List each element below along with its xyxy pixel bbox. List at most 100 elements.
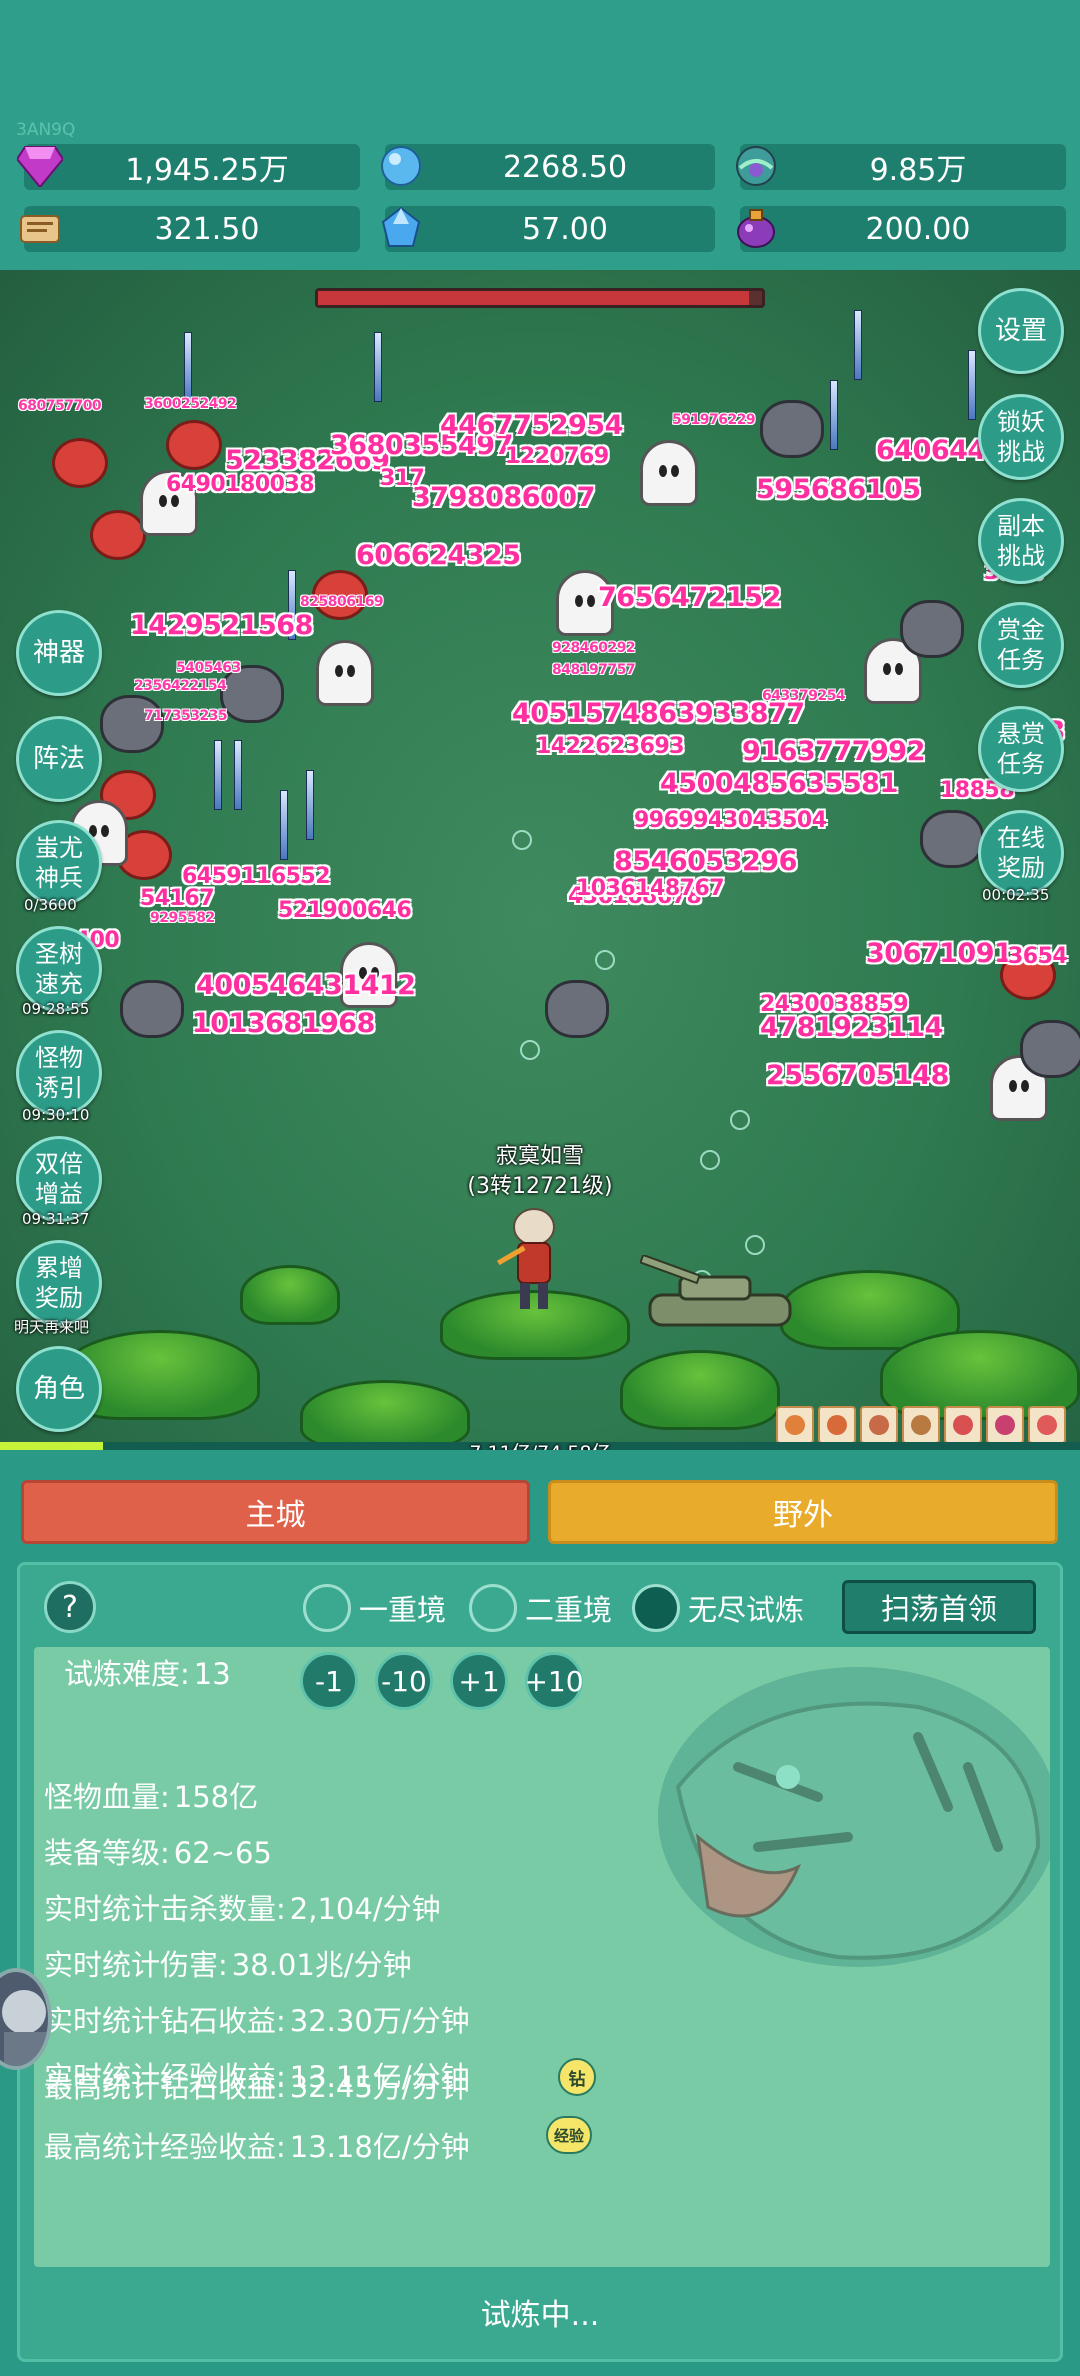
difficulty-row: 试炼难度: 13 (64, 1651, 231, 1693)
difficulty-plus-10-button[interactable]: +10 (524, 1652, 584, 1710)
radio-circle-selected (632, 1584, 680, 1632)
stat-value: 32.45万/分钟 (289, 2070, 470, 2104)
reward-task-button[interactable]: 悬赏任务 (978, 706, 1064, 792)
damage-number: 2430038859 (760, 992, 909, 1017)
resource-orb: 9.85万 (736, 144, 1066, 190)
red-monster (52, 438, 108, 488)
mode-option-second[interactable]: 二重境 (469, 1583, 612, 1633)
formation-button[interactable]: 阵法 (16, 716, 102, 802)
green-orb-icon (728, 138, 784, 194)
damage-number: 4467752954 (440, 410, 623, 441)
damage-number: 7656472152 (598, 582, 781, 613)
wilderness-button[interactable]: 野外 (548, 1480, 1058, 1544)
monster-lure-timer: 09:30:10 (22, 1106, 90, 1124)
damage-number-small: 643379254 (762, 688, 846, 704)
character-button[interactable]: 角色 (16, 1346, 102, 1432)
stat-value: 13.18亿/分钟 (289, 2130, 470, 2164)
cumulative-reward-button[interactable]: 累增奖励 (16, 1240, 102, 1326)
stat-label: 实时统计伤害: (44, 1948, 228, 1982)
dungeon-challenge-button[interactable]: 副本挑战 (978, 498, 1064, 584)
sword-projectile (968, 350, 976, 420)
resource-header: 3AN9Q 1,945.25万 2268.50 9.85万 321.50 57.… (0, 0, 1080, 270)
blue-gem-cluster-icon (373, 200, 429, 256)
chiyou-weapon-button[interactable]: 蚩尤神兵 (16, 820, 102, 906)
damage-number-small: 928460292 (552, 640, 636, 656)
sword-projectile (374, 332, 382, 402)
sword-projectile (854, 310, 862, 380)
sword-projectile (184, 332, 192, 402)
difficulty-plus-1-button[interactable]: +1 (450, 1652, 508, 1710)
purple-diamond-icon (12, 138, 68, 194)
damage-number: 54167 (140, 886, 215, 911)
damage-number-small: 5405463 (176, 660, 241, 676)
dark-monster (120, 980, 184, 1038)
damage-number: 6490180038 (166, 472, 315, 497)
battle-field[interactable]: 523382669 3680355497 4467752954 1220769 … (0, 270, 1080, 1450)
online-reward-timer: 00:02:35 (982, 886, 1050, 904)
resource-potion: 200.00 (737, 206, 1066, 252)
resource-gem-cluster: 57.00 (381, 206, 715, 252)
app-id-label: 3AN9Q (16, 120, 76, 140)
main-city-button[interactable]: 主城 (21, 1480, 530, 1544)
trial-status-text: 试炼中... (480, 2298, 600, 2333)
stat-monster-hp: 怪物血量: 158亿 (44, 1774, 258, 1816)
bounty-task-label: 赏金任务 (997, 616, 1045, 674)
dark-monster (1020, 1020, 1080, 1078)
ghost-monster (316, 640, 374, 706)
resource-crystal-value: 2268.50 (502, 149, 628, 185)
artifact-button[interactable]: 神器 (16, 610, 102, 696)
dark-monster (100, 695, 164, 753)
damage-number: 317 (380, 466, 425, 491)
resource-potion-value: 200.00 (865, 211, 971, 247)
damage-number: 30671091 (866, 938, 1013, 969)
resource-scroll: 321.50 (20, 206, 360, 252)
damage-number-small: 717353235 (144, 708, 228, 724)
stat-value: 2,104/分钟 (289, 1892, 441, 1926)
stat-label: 实时统计钻石收益: (44, 2004, 286, 2038)
online-reward-button[interactable]: 在线奖励 (978, 810, 1064, 896)
stat-max-diamond-income: 最高统计钻石收益: 32.45万/分钟 (44, 2064, 470, 2106)
scroll-book-icon (12, 200, 68, 256)
sword-projectile (830, 380, 838, 450)
experience-text: 7.11亿/74.58亿 (0, 1438, 1080, 1450)
damage-number: 9969943043504 (634, 808, 827, 833)
diamond-badge[interactable]: 钻 (558, 2058, 596, 2096)
demon-lock-challenge-button[interactable]: 锁妖挑战 (978, 394, 1064, 480)
cumulative-reward-status: 明天再来吧 (14, 1318, 90, 1336)
boss-hp-fill (318, 291, 749, 305)
damage-number: 3798086007 (412, 482, 595, 513)
stat-label: 装备等级: (44, 1836, 170, 1870)
damage-number-small: 591976229 (672, 412, 756, 428)
stat-value: 38.01兆/分钟 (231, 1948, 412, 1982)
mode-option-first[interactable]: 一重境 (303, 1583, 446, 1633)
bounty-task-button[interactable]: 赏金任务 (978, 602, 1064, 688)
difficulty-minus-1-button[interactable]: -1 (300, 1652, 358, 1710)
bubble (700, 1150, 720, 1170)
cumulative-reward-label: 累增奖励 (35, 1254, 83, 1312)
damage-number: 1429521568 (130, 610, 313, 641)
difficulty-minus-10-button[interactable]: -10 (375, 1652, 433, 1710)
stat-diamond-income: 实时统计钻石收益: 32.30万/分钟 (44, 1998, 470, 2040)
damage-number: 606624325 (356, 540, 521, 571)
damage-number: 1220769 (505, 444, 609, 469)
help-button[interactable]: ? (44, 1581, 96, 1633)
sword-projectile (306, 770, 314, 840)
reward-task-label: 悬赏任务 (997, 720, 1045, 778)
stat-label: 最高统计经验收益: (44, 2130, 286, 2164)
resource-gem-cluster-value: 57.00 (522, 211, 608, 247)
experience-badge[interactable]: 经验 (546, 2116, 592, 2154)
sweep-boss-button[interactable]: 扫荡首领 (842, 1580, 1036, 1634)
stat-value: 62~65 (173, 1836, 272, 1870)
difficulty-label: 试炼难度: (64, 1657, 190, 1691)
stat-value: 32.30万/分钟 (289, 2004, 470, 2038)
stat-value: 158亿 (173, 1780, 259, 1814)
monster-lure-button[interactable]: 怪物诱引 (16, 1030, 102, 1116)
damage-number-small: 3600252492 (144, 396, 237, 412)
bush (620, 1350, 780, 1430)
resource-diamond: 1,945.25万 (17, 144, 360, 190)
mode-option-label: 一重境 (359, 1593, 447, 1627)
chiyou-weapon-label: 蚩尤神兵 (35, 834, 83, 892)
mode-option-endless[interactable]: 无尽试炼 (632, 1583, 804, 1633)
sword-projectile (214, 740, 222, 810)
settings-button[interactable]: 设置 (978, 288, 1064, 374)
